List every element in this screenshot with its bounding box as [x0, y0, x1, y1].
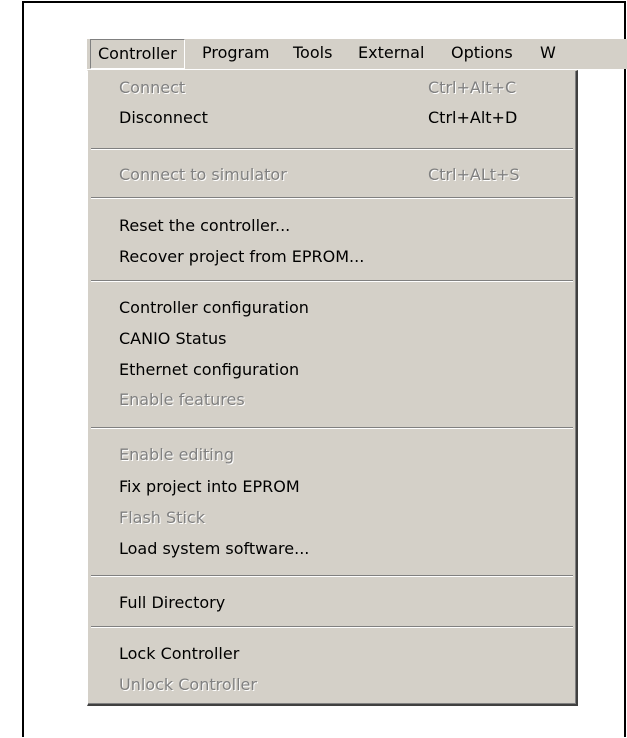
menu-item-label: Reset the controller... — [119, 216, 291, 235]
menu-item-label: Connect — [119, 78, 186, 97]
menu-item-connect-to-simulator[interactable]: Connect to simulator Ctrl+ALt+S — [88, 160, 576, 190]
menu-external[interactable]: External — [351, 39, 431, 69]
menu-item-unlock-controller[interactable]: Unlock Controller — [88, 670, 576, 700]
menu-separator — [91, 280, 573, 282]
menu-item-label: Ethernet configuration — [119, 360, 300, 379]
menu-item-shortcut: Ctrl+Alt+D — [428, 108, 518, 127]
menu-options[interactable]: Options — [444, 39, 520, 69]
menu-item-shortcut: Ctrl+ALt+S — [428, 165, 520, 184]
menu-item-controller-configuration[interactable]: Controller configuration — [88, 293, 576, 323]
menu-separator — [91, 197, 573, 199]
menu-item-shortcut: Ctrl+Alt+C — [428, 78, 517, 97]
menu-item-load-system-software[interactable]: Load system software... — [88, 534, 576, 564]
controller-dropdown-menu: Connect Ctrl+Alt+C Disconnect Ctrl+Alt+D… — [87, 70, 578, 706]
menu-item-disconnect[interactable]: Disconnect Ctrl+Alt+D — [88, 103, 576, 133]
menu-bar: Controller Program Tools External Option… — [87, 39, 627, 69]
menu-item-label: Enable features — [119, 390, 245, 409]
menu-separator — [91, 575, 573, 577]
menu-item-enable-features[interactable]: Enable features — [88, 385, 576, 415]
menu-item-label: Unlock Controller — [119, 675, 257, 694]
menu-item-label: Disconnect — [119, 108, 208, 127]
menu-item-ethernet-configuration[interactable]: Ethernet configuration — [88, 355, 576, 385]
menu-item-label: Full Directory — [119, 593, 226, 612]
menu-item-label: Recover project from EPROM... — [119, 247, 365, 266]
menu-item-label: Connect to simulator — [119, 165, 287, 184]
menu-item-enable-editing[interactable]: Enable editing — [88, 440, 576, 470]
menu-item-label: CANIO Status — [119, 329, 227, 348]
menu-separator — [91, 427, 573, 429]
menu-item-label: Controller configuration — [119, 298, 309, 317]
menu-item-lock-controller[interactable]: Lock Controller — [88, 639, 576, 669]
menu-item-label: Load system software... — [119, 539, 310, 558]
menu-item-label: Fix project into EPROM — [119, 477, 300, 496]
menu-item-recover-project[interactable]: Recover project from EPROM... — [88, 242, 576, 272]
menu-window[interactable]: W — [533, 39, 563, 69]
menu-item-label: Enable editing — [119, 445, 235, 464]
menu-item-fix-project-into-eprom[interactable]: Fix project into EPROM — [88, 472, 576, 502]
menu-program[interactable]: Program — [195, 39, 277, 69]
menu-item-reset-controller[interactable]: Reset the controller... — [88, 211, 576, 241]
menu-separator — [91, 148, 573, 150]
menu-separator — [91, 626, 573, 628]
menu-item-flash-stick[interactable]: Flash Stick — [88, 503, 576, 533]
menu-controller[interactable]: Controller — [90, 39, 185, 69]
menu-tools[interactable]: Tools — [286, 39, 339, 69]
menu-item-canio-status[interactable]: CANIO Status — [88, 324, 576, 354]
menu-item-label: Flash Stick — [119, 508, 205, 527]
menu-item-label: Lock Controller — [119, 644, 240, 663]
menu-item-full-directory[interactable]: Full Directory — [88, 588, 576, 618]
menu-item-connect[interactable]: Connect Ctrl+Alt+C — [88, 73, 576, 103]
